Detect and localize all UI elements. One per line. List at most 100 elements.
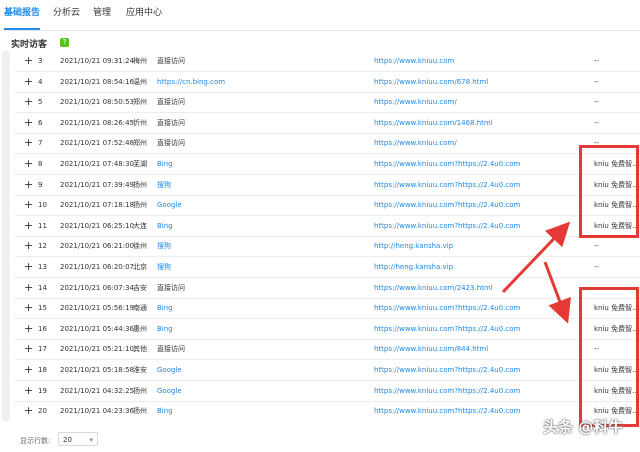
row-index: 18 <box>38 366 47 374</box>
referrer-source[interactable]: https://cn.bing.com <box>157 72 225 92</box>
referrer-source[interactable]: Bing <box>157 401 173 421</box>
expand-icon[interactable]: + <box>24 257 33 277</box>
landing-url[interactable]: https://www.kniuu.com/678.html <box>374 72 488 92</box>
visitor-city: 温州 <box>133 77 147 86</box>
referrer-source[interactable]: 搜狗 <box>157 257 171 277</box>
table-row[interactable]: +3 2021/10/21 09:31:24 梅州 直接访问 https://www.k… <box>14 51 640 72</box>
row-index: 6 <box>38 118 43 127</box>
expand-icon[interactable]: + <box>24 278 33 298</box>
referrer-source[interactable]: Bing <box>157 154 173 174</box>
visitor-city: 郑州 <box>133 98 147 107</box>
expand-icon[interactable]: + <box>24 113 33 133</box>
landing-url[interactable]: https://www.kniuu.com/1468.html <box>374 113 493 133</box>
expand-icon[interactable]: + <box>24 72 33 92</box>
referrer-source[interactable]: Bing <box>157 298 173 318</box>
visitor-city: 淮安 <box>133 366 147 374</box>
table-row[interactable]: +5 2021/10/21 08:50:53 郑州 直接访问 https://www.k… <box>14 92 640 114</box>
expand-icon[interactable]: + <box>24 216 33 236</box>
referrer-source: 直接访问 <box>157 139 185 148</box>
highlight-box-top <box>579 145 639 238</box>
table-row[interactable]: +18 2021/10/21 05:18:58 淮安 Google https://ww… <box>14 360 640 381</box>
referrer-source[interactable]: Bing <box>157 216 173 236</box>
tab-basic-report[interactable]: 基础报告 <box>4 0 41 30</box>
referrer-source[interactable]: 搜狗 <box>157 175 171 195</box>
table-row[interactable]: +9 2021/10/21 07:39:49 扬州 搜狗 https://www.kni… <box>14 175 640 196</box>
expand-icon[interactable]: + <box>24 298 33 318</box>
landing-url[interactable]: https://www.kniuu.com?https://2.4u0.com <box>374 319 520 339</box>
expand-icon[interactable]: + <box>24 154 33 174</box>
chevron-down-icon: ▾ <box>89 436 93 444</box>
expand-icon[interactable]: + <box>24 319 33 339</box>
referrer-source[interactable]: 搜狗 <box>157 236 171 256</box>
landing-url[interactable]: http://heng.kansha.vip <box>374 236 453 256</box>
table-scrollbar[interactable] <box>2 51 10 421</box>
help-icon[interactable]: ? <box>60 38 69 47</box>
table-row[interactable]: +17 2021/10/21 05:21:10 其他 直接访问 https://www.… <box>14 339 640 361</box>
referrer-source[interactable]: Bing <box>157 319 173 339</box>
tab-analytics-cloud[interactable]: 分析云 <box>53 0 80 28</box>
table-row[interactable]: +7 2021/10/21 07:52:48 郑州 直接访问 https://www.k… <box>14 133 640 155</box>
search-keyword: -- <box>594 118 600 127</box>
visitor-city: 其他 <box>133 345 147 354</box>
landing-url[interactable]: http://heng.kansha.vip <box>374 257 453 277</box>
row-index: 15 <box>38 304 47 313</box>
visit-time: 2021/10/21 06:07:34 <box>60 283 135 292</box>
table-row[interactable]: +15 2021/10/21 05:56:19 南通 Bing https://www.… <box>14 298 640 320</box>
table-row[interactable]: +6 2021/10/21 08:26:45 忻州 直接访问 https://www.k… <box>14 113 640 134</box>
landing-url[interactable]: https://www.kniuu.com?https://2.4u0.com <box>374 175 520 195</box>
visitor-city: 扬州 <box>133 407 147 416</box>
table-row[interactable]: +19 2021/10/21 04:32:25 扬州 Google https://ww… <box>14 381 640 402</box>
expand-icon[interactable]: + <box>24 360 33 380</box>
landing-url[interactable]: https://www.kniuu.com/844.html <box>374 339 488 359</box>
table-row[interactable]: +8 2021/10/21 07:48:30 芜湖 Bing https://www.k… <box>14 154 640 175</box>
rows-per-page-select[interactable]: 20 ▾ <box>58 432 98 446</box>
referrer-source[interactable]: Google <box>157 195 182 215</box>
landing-url[interactable]: https://www.kniuu.com?https://2.4u0.com <box>374 154 520 174</box>
table-row[interactable]: +16 2021/10/21 05:44:36 惠州 Bing https://www.… <box>14 319 640 340</box>
visit-time: 2021/10/21 07:39:49 <box>60 180 135 189</box>
landing-url[interactable]: https://www.kniuu.com?https://2.4u0.com <box>374 401 520 421</box>
landing-url[interactable]: https://www.kniuu.com?https://2.4u0.com <box>374 298 520 318</box>
expand-icon[interactable]: + <box>24 339 33 359</box>
row-index: 13 <box>38 263 47 271</box>
landing-url[interactable]: https://www.kniuu.com/2423.html <box>374 278 493 298</box>
expand-icon[interactable]: + <box>24 175 33 195</box>
table-row[interactable]: +12 2021/10/21 06:21:00 徐州 搜狗 http://heng.ka… <box>14 236 640 258</box>
row-index: 17 <box>38 345 47 354</box>
rows-per-page-value: 20 <box>63 436 72 444</box>
landing-url[interactable]: https://www.kniuu.com?https://2.4u0.com <box>374 360 520 380</box>
landing-url[interactable]: https://www.kniuu.com?https://2.4u0.com <box>374 381 520 401</box>
visit-time: 2021/10/21 04:32:25 <box>60 386 135 395</box>
referrer-source[interactable]: Google <box>157 360 182 380</box>
landing-url[interactable]: https://www.kniuu.com/ <box>374 133 457 153</box>
row-index: 14 <box>38 283 47 292</box>
landing-url[interactable]: https://www.kniuu.com/ <box>374 92 457 112</box>
expand-icon[interactable]: + <box>24 236 33 256</box>
row-index: 3 <box>38 57 43 65</box>
tab-app-center[interactable]: 应用中心 <box>126 0 162 28</box>
tab-manage[interactable]: 管理 <box>93 0 111 28</box>
search-keyword: -- <box>594 98 600 107</box>
table-row[interactable]: +11 2021/10/21 06:25:10 大连 Bing https://www.… <box>14 216 640 237</box>
expand-icon[interactable]: + <box>24 195 33 215</box>
row-index: 5 <box>38 98 43 107</box>
table-row[interactable]: +14 2021/10/21 06:07:34 吉安 直接访问 https://www.… <box>14 278 640 299</box>
referrer-source: 直接访问 <box>157 283 185 292</box>
landing-url[interactable]: https://www.kniuu.com <box>374 51 454 71</box>
table-row[interactable]: +13 2021/10/21 06:20:07 北京 搜狗 http://heng.ka… <box>14 257 640 278</box>
search-keyword: -- <box>594 242 600 251</box>
landing-url[interactable]: https://www.kniuu.com?https://2.4u0.com <box>374 195 520 215</box>
expand-icon[interactable]: + <box>24 133 33 153</box>
landing-url[interactable]: https://www.kniuu.com?https://2.4u0.com <box>374 216 520 236</box>
rows-per-page-label: 显示行数: <box>20 437 51 445</box>
referrer-source[interactable]: Google <box>157 381 182 401</box>
expand-icon[interactable]: + <box>24 401 33 421</box>
table-row[interactable]: +4 2021/10/21 08:54:16 温州 https://cn.bing.c… <box>14 72 640 93</box>
expand-icon[interactable]: + <box>24 92 33 112</box>
expand-icon[interactable]: + <box>24 51 33 71</box>
search-keyword: -- <box>594 263 600 271</box>
table-row[interactable]: +10 2021/10/21 07:18:18 扬州 Google https://ww… <box>14 195 640 217</box>
visit-time: 2021/10/21 05:56:19 <box>60 304 135 313</box>
visitor-city: 吉安 <box>133 283 147 292</box>
expand-icon[interactable]: + <box>24 381 33 401</box>
